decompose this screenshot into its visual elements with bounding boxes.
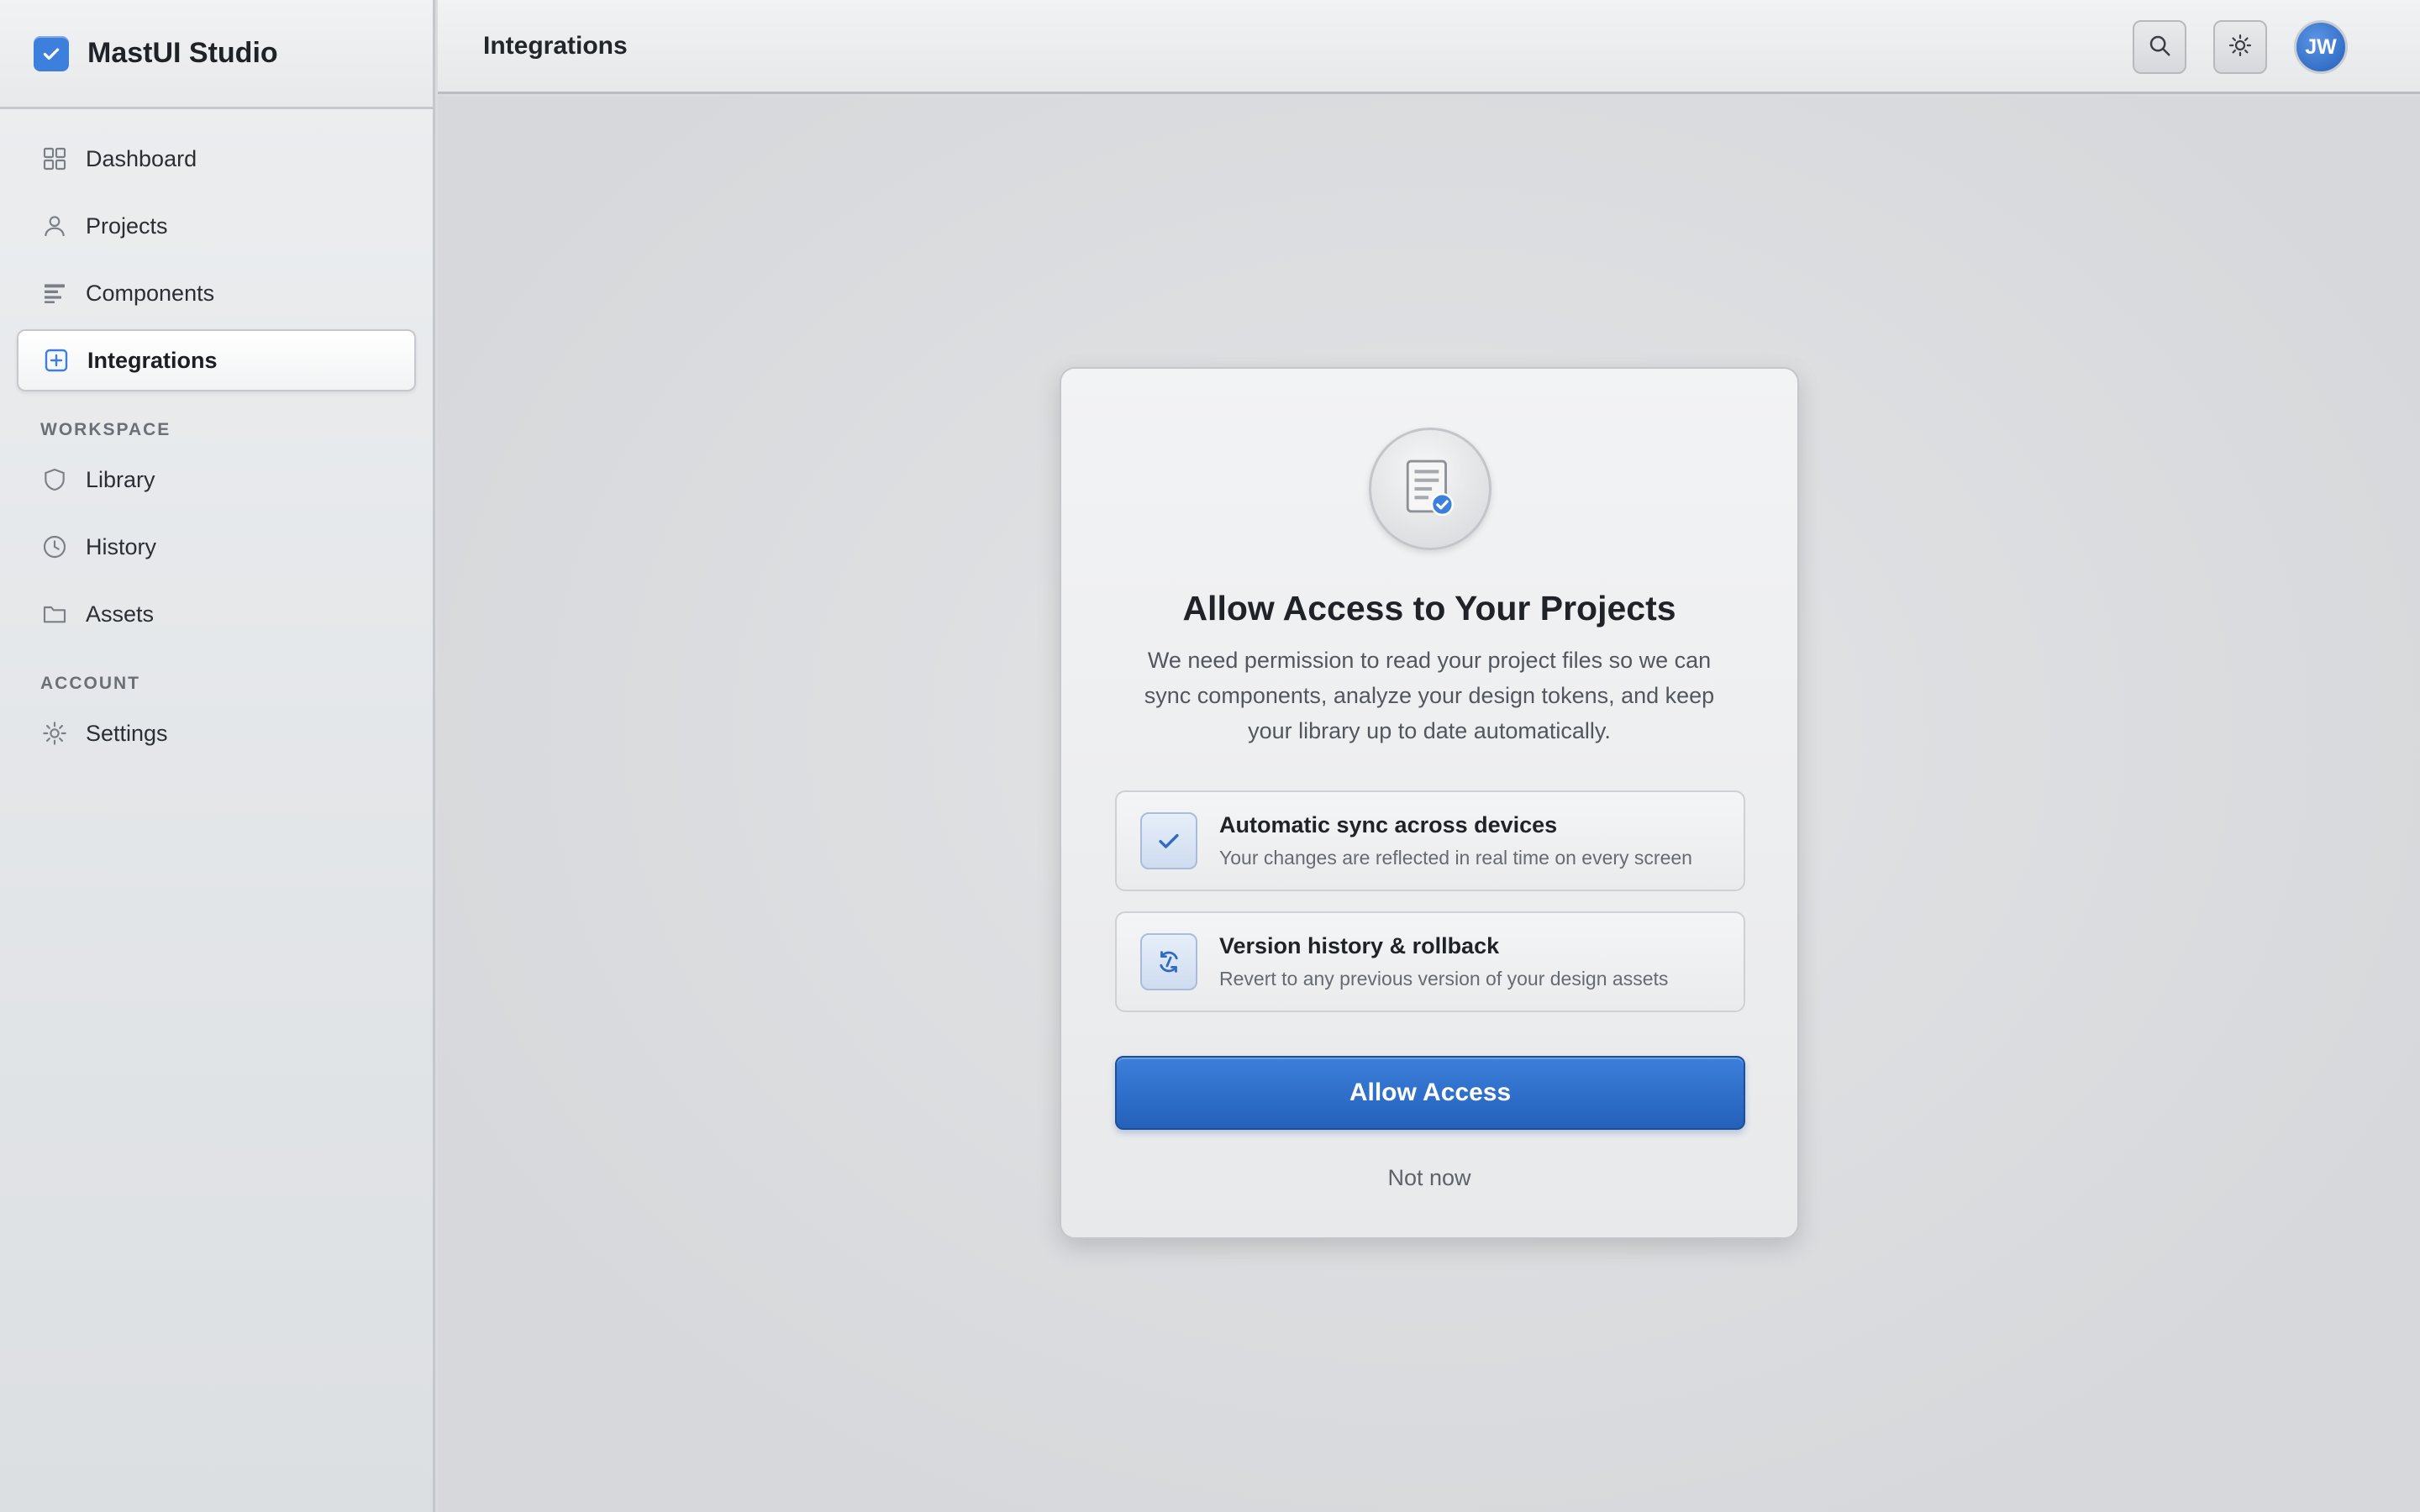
shield-icon: [40, 465, 69, 494]
dialog-title: Allow Access to Your Projects: [1182, 589, 1676, 627]
sidebar-item-label: Assets: [86, 601, 155, 627]
feature-subtitle: Revert to any previous version of your d…: [1219, 968, 1669, 990]
topbar-actions: JW: [2106, 20, 2348, 74]
feature-item-sync: Automatic sync across devices Your chang…: [1115, 790, 1745, 891]
search-button[interactable]: [2133, 20, 2186, 74]
brand-name: MastUI Studio: [87, 37, 278, 69]
sidebar-item-dashboard[interactable]: Dashboard: [17, 128, 416, 190]
sidebar-item-label: Dashboard: [86, 145, 197, 171]
topbar: Integrations JW: [438, 0, 2420, 94]
sidebar-item-settings[interactable]: Settings: [17, 702, 416, 764]
sun-icon: [2228, 33, 2253, 62]
sidebar-item-projects[interactable]: Projects: [17, 195, 416, 257]
sidebar-nav: Dashboard Projects Components Integratio…: [0, 109, 433, 788]
sidebar-item-label: Components: [86, 280, 215, 306]
gear-icon: [40, 719, 69, 748]
permission-dialog: Allow Access to Your Projects We need pe…: [1060, 367, 1799, 1239]
plus-square-icon: [42, 346, 71, 375]
section-label-workspace: WORKSPACE: [40, 420, 171, 439]
search-icon: [2147, 33, 2172, 62]
sidebar: MastUI Studio Dashboard Projects Compone…: [0, 0, 435, 1512]
sidebar-item-history[interactable]: History: [17, 516, 416, 578]
sidebar-item-library[interactable]: Library: [17, 449, 416, 511]
app-window: MastUI Studio Dashboard Projects Compone…: [0, 0, 2420, 1512]
feature-text: Automatic sync across devices Your chang…: [1219, 812, 1692, 869]
allow-access-button[interactable]: Allow Access: [1115, 1056, 1745, 1130]
feature-subtitle: Your changes are reflected in real time …: [1219, 847, 1692, 869]
sidebar-item-components[interactable]: Components: [17, 262, 416, 324]
sidebar-item-label: Settings: [86, 720, 168, 746]
page-title: Integrations: [483, 31, 628, 60]
user-avatar[interactable]: JW: [2294, 20, 2348, 74]
dialog-description: We need permission to read your project …: [1144, 648, 1715, 743]
clock-icon: [40, 533, 69, 561]
feature-title: Version history & rollback: [1219, 933, 1500, 958]
sidebar-item-label: Integrations: [87, 347, 218, 373]
user-icon: [40, 212, 69, 240]
sidebar-item-assets[interactable]: Assets: [17, 583, 416, 645]
sidebar-item-label: Library: [86, 466, 155, 492]
list-icon: [40, 279, 69, 307]
check-icon: [1140, 812, 1197, 869]
section-label-account: ACCOUNT: [40, 674, 140, 693]
sidebar-item-label: Projects: [86, 213, 168, 239]
main-content: Allow Access to Your Projects We need pe…: [438, 97, 2420, 1512]
not-now-link[interactable]: Not now: [1061, 1165, 1797, 1191]
theme-toggle-button[interactable]: [2213, 20, 2267, 74]
feature-title: Automatic sync across devices: [1219, 812, 1558, 837]
document-check-icon: [1369, 428, 1491, 550]
sidebar-item-label: History: [86, 533, 157, 559]
folder-icon: [40, 600, 69, 628]
grid-icon: [40, 144, 69, 173]
feature-text: Version history & rollback Revert to any…: [1219, 933, 1668, 990]
sync-icon: [1140, 933, 1197, 990]
feature-item-history: Version history & rollback Revert to any…: [1115, 911, 1745, 1012]
brand[interactable]: MastUI Studio: [0, 0, 433, 109]
brand-logo-icon: [34, 35, 69, 71]
sidebar-item-integrations[interactable]: Integrations: [17, 329, 416, 391]
